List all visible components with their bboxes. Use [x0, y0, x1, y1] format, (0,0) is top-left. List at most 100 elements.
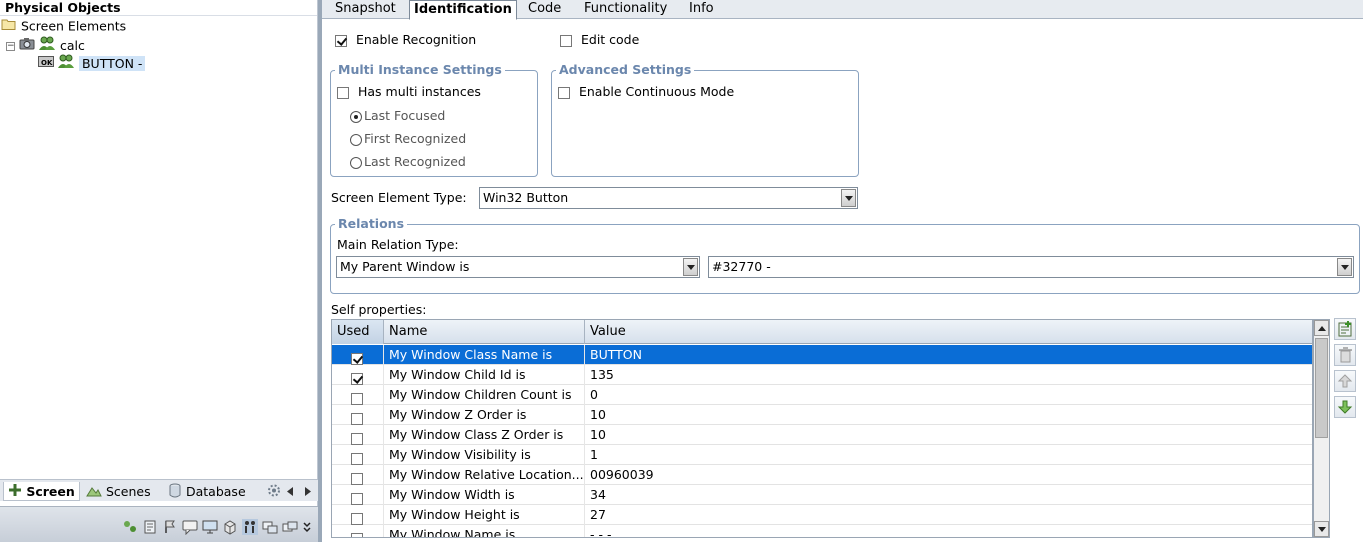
- scroll-down-icon[interactable]: [1314, 521, 1329, 537]
- table-row[interactable]: My Window Visibility is 1: [332, 445, 1312, 465]
- used-checkbox-wrap: [351, 448, 363, 465]
- table-row[interactable]: My Window Height is 27: [332, 505, 1312, 525]
- used-checkbox[interactable]: [351, 452, 363, 465]
- scroll-left-icon[interactable]: [285, 485, 295, 500]
- column-header-value[interactable]: Value: [585, 320, 1312, 344]
- tree-node-button[interactable]: OK BUTTON -: [38, 54, 146, 72]
- enable-recognition-checkbox[interactable]: [335, 34, 347, 47]
- relations-title: Relations: [335, 217, 408, 231]
- used-cell: [332, 505, 384, 525]
- comment-tool-icon[interactable]: [182, 519, 198, 536]
- table-row[interactable]: My Window Z Order is 10: [332, 405, 1312, 425]
- monitor-tool-icon[interactable]: [202, 519, 218, 535]
- table-row[interactable]: My Window Child Id is 135: [332, 365, 1312, 385]
- tab-screen[interactable]: Screen: [3, 482, 80, 501]
- objects-tool-icon[interactable]: [122, 519, 138, 535]
- tab-code[interactable]: Code: [524, 0, 565, 19]
- used-checkbox-wrap: [351, 368, 363, 385]
- used-checkbox[interactable]: [351, 392, 363, 405]
- tab-scenes[interactable]: Scenes: [86, 482, 151, 501]
- users-group-icon: [38, 36, 56, 56]
- relation-type-select[interactable]: My Parent Window is: [336, 256, 700, 278]
- scroll-up-icon[interactable]: [1314, 320, 1329, 336]
- has-multi-instances-checkbox[interactable]: [337, 86, 349, 99]
- used-checkbox[interactable]: [351, 412, 363, 425]
- property-name-cell: My Window Visibility is: [384, 445, 585, 465]
- radio-first-recognized[interactable]: First Recognized: [350, 131, 466, 146]
- tab-snapshot[interactable]: Snapshot: [331, 0, 400, 19]
- table-row[interactable]: My Window Relative Location... 00960039: [332, 465, 1312, 485]
- used-checkbox[interactable]: [351, 532, 363, 537]
- has-multi-instances-option[interactable]: Has multi instances: [337, 84, 481, 99]
- dropdown-arrow-icon[interactable]: [1337, 258, 1352, 276]
- used-checkbox[interactable]: [351, 512, 363, 525]
- used-checkbox[interactable]: [351, 372, 363, 385]
- radio-label: Last Recognized: [364, 154, 466, 169]
- used-checkbox[interactable]: [351, 352, 363, 365]
- select-value: My Parent Window is: [340, 259, 470, 274]
- delete-property-button[interactable]: [1334, 344, 1356, 366]
- continuous-mode-label: Enable Continuous Mode: [578, 84, 735, 99]
- used-cell: [332, 385, 384, 405]
- flag-tool-icon[interactable]: [162, 519, 178, 535]
- used-checkbox-wrap: [351, 348, 363, 365]
- dropdown-arrow-icon[interactable]: [683, 258, 698, 276]
- continuous-mode-option[interactable]: Enable Continuous Mode: [558, 84, 734, 99]
- used-checkbox[interactable]: [351, 472, 363, 485]
- property-value-cell: 27: [585, 505, 1312, 525]
- radio-last-recognized[interactable]: Last Recognized: [350, 154, 466, 169]
- collapse-icon[interactable]: −: [6, 41, 15, 51]
- table-row[interactable]: My Window Class Z Order is 10: [332, 425, 1312, 445]
- move-up-button[interactable]: [1334, 370, 1356, 392]
- relation-target-select[interactable]: #32770 -: [708, 256, 1354, 278]
- edit-code-checkbox[interactable]: [560, 34, 572, 47]
- used-cell: [332, 445, 384, 465]
- table-row[interactable]: My Window Children Count is 0: [332, 385, 1312, 405]
- used-checkbox[interactable]: [351, 432, 363, 445]
- radio-button[interactable]: [350, 156, 362, 169]
- tree-label-button: BUTTON -: [78, 56, 146, 71]
- table-scrollbar[interactable]: [1313, 319, 1330, 538]
- used-checkbox-wrap: [351, 508, 363, 525]
- column-header-name[interactable]: Name: [384, 320, 585, 344]
- select-value: #32770 -: [712, 259, 771, 274]
- scrollbar-thumb[interactable]: [1315, 338, 1328, 438]
- overflow-chevron-icon[interactable]: [302, 519, 318, 535]
- tree-node-calc[interactable]: − calc: [6, 36, 85, 54]
- tab-database[interactable]: Database: [168, 482, 246, 501]
- left-toolbar: [0, 506, 318, 542]
- radio-last-focused[interactable]: Last Focused: [350, 108, 445, 123]
- scroll-right-icon[interactable]: [303, 485, 313, 500]
- dropdown-arrow-icon[interactable]: [841, 189, 856, 207]
- screen-element-type-select[interactable]: Win32 Button: [479, 187, 858, 209]
- used-checkbox[interactable]: [351, 492, 363, 505]
- column-header-used[interactable]: Used: [332, 320, 384, 344]
- edit-code-option[interactable]: Edit code: [560, 32, 639, 47]
- has-multi-instances-label: Has multi instances: [357, 84, 481, 99]
- table-row[interactable]: My Window Class Name is BUTTON: [332, 345, 1312, 365]
- windows-tool-icon[interactable]: [262, 519, 278, 535]
- cube-tool-icon[interactable]: [222, 519, 238, 535]
- document-tool-icon[interactable]: [142, 519, 158, 535]
- tab-info[interactable]: Info: [685, 0, 718, 19]
- add-property-button[interactable]: [1334, 318, 1356, 340]
- radio-button[interactable]: [350, 110, 362, 123]
- property-value-cell: BUTTON: [585, 345, 1312, 365]
- tree-label-calc: calc: [59, 38, 85, 53]
- enable-recognition-option[interactable]: Enable Recognition: [335, 32, 476, 47]
- property-name-cell: My Window Name is: [384, 525, 585, 537]
- continuous-mode-checkbox[interactable]: [558, 86, 570, 99]
- tab-functionality[interactable]: Functionality: [580, 0, 671, 19]
- scenes-icon: [86, 483, 102, 502]
- radio-button[interactable]: [350, 133, 362, 146]
- relations-group: Relations Main Relation Type: My Parent …: [330, 217, 1360, 294]
- tab-identification[interactable]: Identification: [409, 0, 517, 20]
- tab-database-label: Database: [185, 484, 246, 499]
- stack-tool-icon[interactable]: [282, 519, 298, 535]
- plugin-tab-icon[interactable]: [266, 483, 282, 501]
- tree-node-screen-elements[interactable]: Screen Elements: [1, 17, 126, 35]
- table-row[interactable]: My Window Name is - - -: [332, 525, 1312, 537]
- people-tool-icon[interactable]: [242, 519, 258, 535]
- table-row[interactable]: My Window Width is 34: [332, 485, 1312, 505]
- move-down-button[interactable]: [1334, 396, 1356, 418]
